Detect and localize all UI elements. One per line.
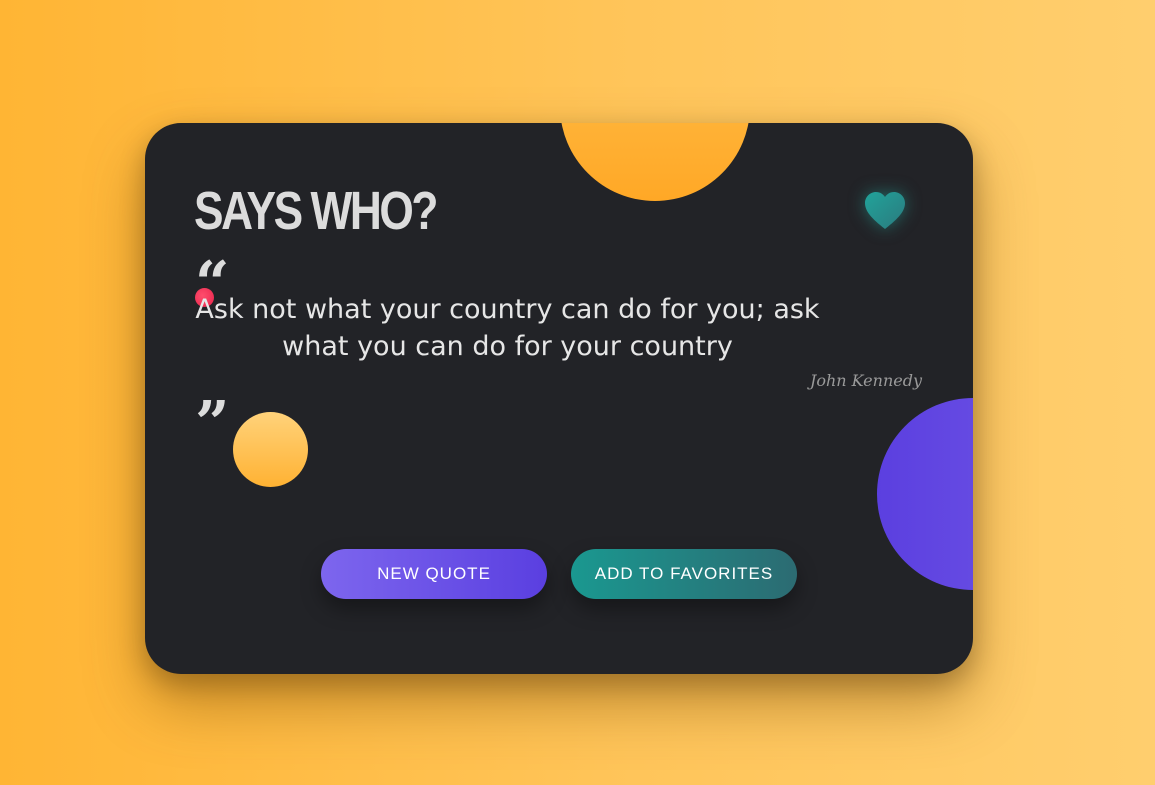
new-quote-button[interactable]: NEW QUOTE: [321, 549, 547, 599]
decor-circle-orange-top: [560, 123, 750, 201]
add-to-favorites-button[interactable]: ADD TO FAVORITES: [571, 549, 797, 599]
quote-text: Ask not what your country can do for you…: [195, 294, 820, 362]
quote-card: SAYS WHO? “ Ask not what your country ca…: [145, 123, 973, 674]
app-title: SAYS WHO?: [194, 181, 438, 241]
decor-circle-purple-right: [877, 398, 973, 590]
heart-icon[interactable]: [861, 187, 909, 235]
quote-author: John Kennedy: [809, 371, 922, 390]
decor-circle-orange-small: [233, 412, 308, 487]
close-quote-icon: ”: [195, 389, 230, 459]
heart-icon-graphic: [865, 192, 905, 229]
